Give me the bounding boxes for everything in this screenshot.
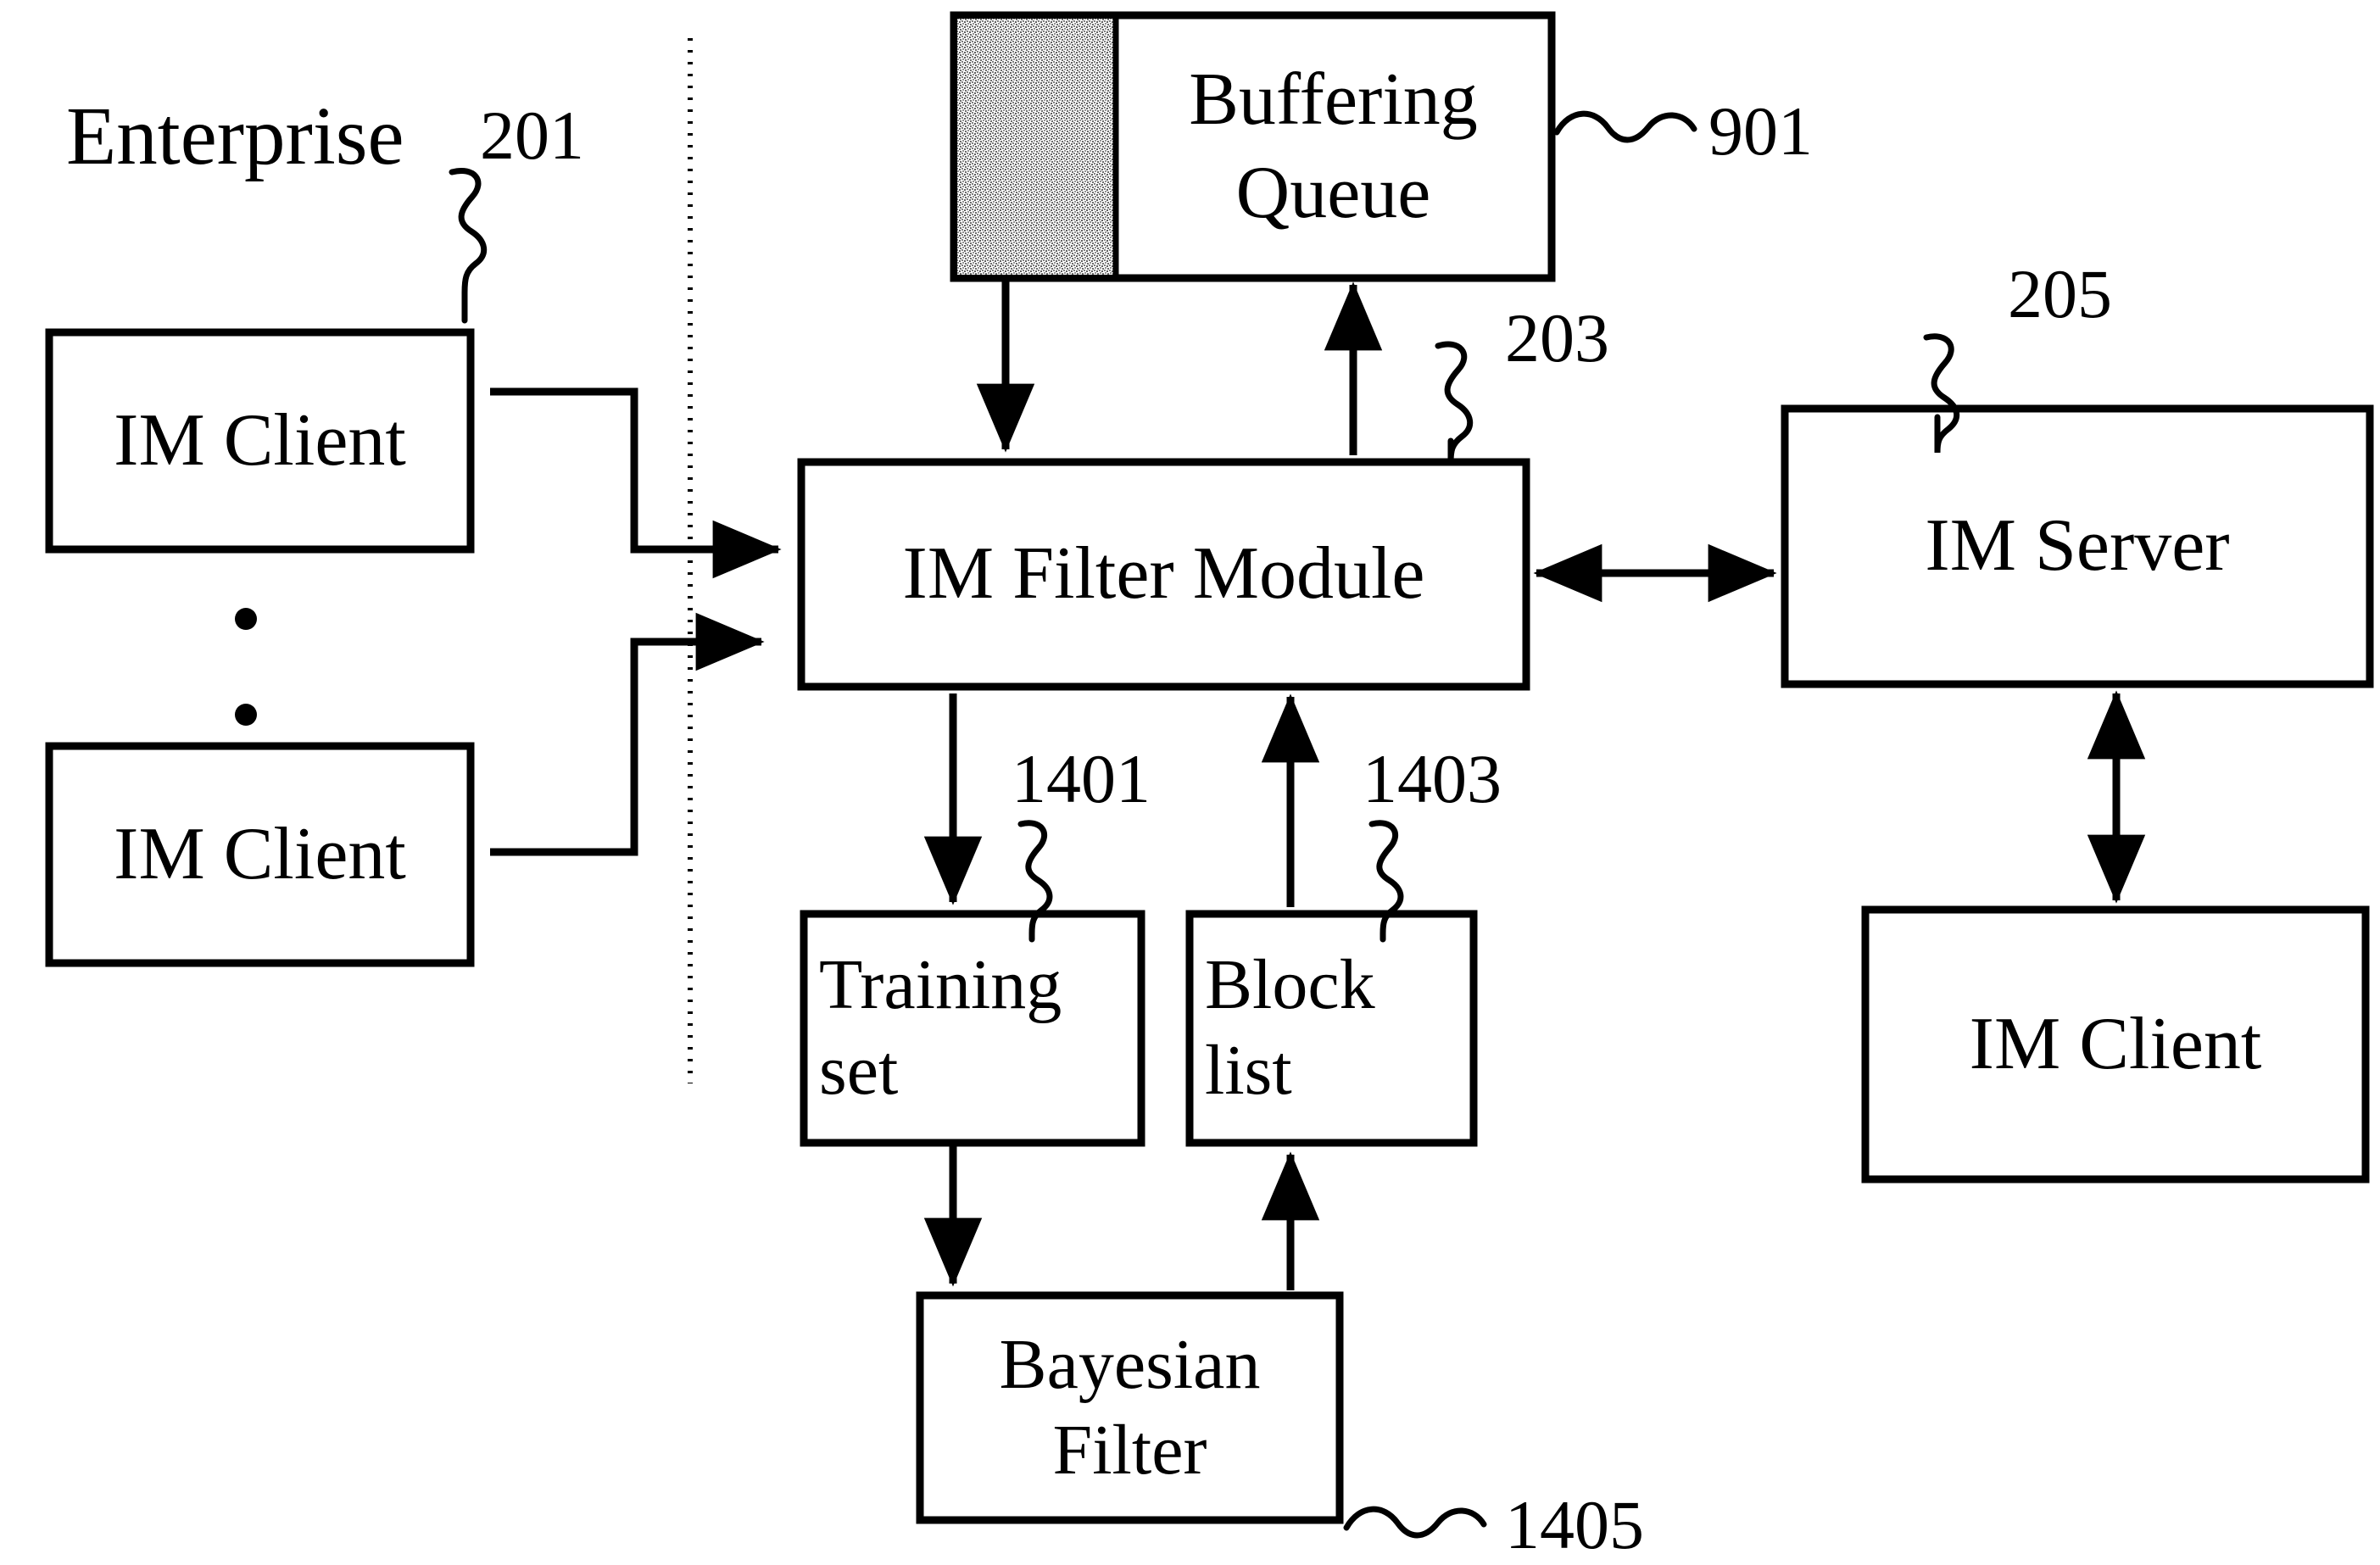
- im-server-box[interactable]: [1781, 404, 2374, 688]
- im-client-bottom-box[interactable]: [45, 742, 475, 967]
- block-list-box[interactable]: [1185, 910, 1478, 1147]
- leader-squiggle-1405: [1343, 1506, 1487, 1539]
- enterprise-label: Enterprise: [66, 91, 404, 181]
- ref-numeral-901: 901: [1708, 92, 1813, 170]
- ref-numeral-1403: 1403: [1363, 740, 1502, 817]
- im-client-top-box[interactable]: [45, 328, 475, 554]
- im-filter-module-box[interactable]: [797, 458, 1530, 691]
- ellipsis-dot-1: [235, 608, 257, 630]
- ref-numeral-205: 205: [2008, 255, 2112, 332]
- ref-numeral-201: 201: [480, 97, 584, 174]
- im-client-remote-box[interactable]: [1861, 905, 2370, 1183]
- buffering-queue-shaded-panel: [957, 19, 1114, 275]
- connector-client-top-to-filter: [490, 387, 782, 579]
- figure-canvas: Enterprise IM Client IM Client Buffering…: [0, 0, 2380, 1563]
- leader-squiggle-901: [1553, 110, 1697, 143]
- ref-numeral-1401: 1401: [1012, 740, 1151, 817]
- ref-numeral-1405: 1405: [1505, 1486, 1644, 1563]
- ellipsis-dot-2: [235, 704, 257, 726]
- leader-squiggle-201: [449, 168, 487, 324]
- training-set-box[interactable]: [800, 910, 1145, 1147]
- leader-squiggle-203: [1435, 341, 1473, 464]
- diagram-svg: [45, 11, 2374, 1539]
- ref-numeral-203: 203: [1505, 299, 1609, 376]
- connector-client-bottom-to-filter: [490, 612, 765, 856]
- bayesian-filter-box[interactable]: [916, 1291, 1344, 1524]
